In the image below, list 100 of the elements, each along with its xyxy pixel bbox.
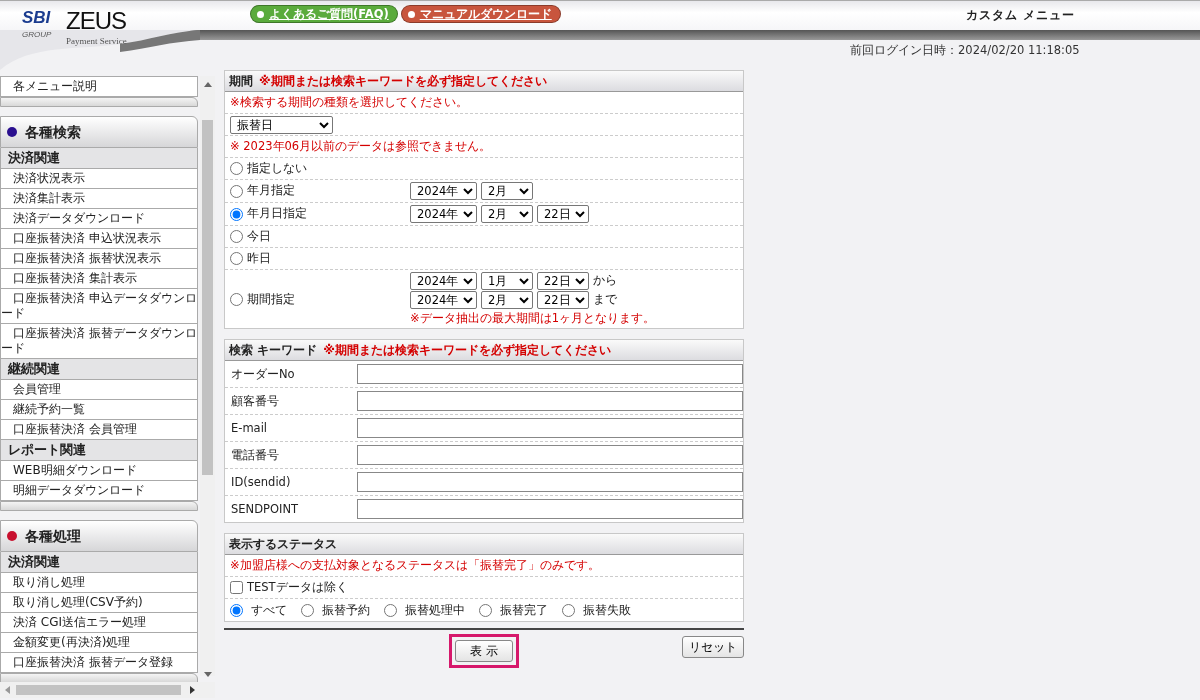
dropdown[interactable]: 1月: [481, 272, 533, 290]
option-label: 今日: [247, 227, 271, 245]
section-title: 表示するステータス: [229, 536, 337, 553]
field-label: オーダーNo: [231, 365, 296, 383]
sidebar-item[interactable]: 口座振替決済 申込データダウンロード: [0, 289, 198, 324]
section-title: 期間: [229, 73, 253, 89]
logo-caption: GROUP: [22, 30, 52, 39]
dropdown[interactable]: 22日: [537, 272, 589, 290]
checkbox-label: TESTデータは除く: [247, 579, 348, 597]
input-field[interactable]: [356, 391, 743, 412]
sidebar-item[interactable]: 取り消し処理(CSV予約): [0, 593, 198, 613]
option-label: 期間指定: [247, 290, 295, 308]
input-field[interactable]: [356, 472, 743, 493]
sidebar-item[interactable]: 明細データダウンロード: [0, 481, 198, 501]
sidebar-item[interactable]: 口座振替決済 振替データダウンロード: [0, 324, 198, 359]
sidebar-item[interactable]: 決済状況表示: [0, 169, 198, 189]
sidebar-section-header: 決済関連: [0, 148, 198, 169]
dropdown[interactable]: 2月: [481, 205, 533, 223]
input-field[interactable]: [356, 445, 743, 466]
field-label: 電話番号: [231, 446, 280, 464]
option-label: 指定しない: [247, 159, 307, 177]
scroll-left-icon[interactable]: [5, 686, 10, 694]
reset-button[interactable]: リセット: [682, 636, 744, 659]
dropdown[interactable]: 2月: [481, 182, 533, 200]
instruction-text: ※検索する期間の種類を選択してください。: [230, 93, 468, 111]
sidebar-item[interactable]: 口座振替決済 振替状況表示: [0, 249, 198, 269]
option-label: 振替処理中: [405, 601, 465, 619]
dropdown[interactable]: 振替日: [230, 115, 333, 134]
sidebar-item[interactable]: 会員管理: [0, 380, 198, 400]
sidebar-item[interactable]: 口座振替決済 申込状況表示: [0, 229, 198, 249]
checkbox[interactable]: [230, 581, 243, 595]
field-label: SENDPOINT: [231, 500, 300, 518]
sidebar-item[interactable]: 決済集計表示: [0, 189, 198, 209]
logo-tagline: Payment Service: [66, 36, 127, 46]
sidebar-section-header: レポート関連: [0, 440, 198, 461]
group-title: 各種処理: [25, 526, 81, 546]
radio-button[interactable]: [230, 162, 243, 175]
logo-title: ZEUS: [66, 9, 126, 33]
sidebar-section-header: 継続関連: [0, 359, 198, 380]
sidebar-item[interactable]: 口座振替決済 集計表示: [0, 269, 198, 289]
sidebar-item[interactable]: 決済 CGI送信エラー処理: [0, 613, 198, 633]
scrollbar-thumb[interactable]: [202, 120, 213, 475]
option-label: 年月指定: [247, 182, 295, 200]
range-note: ※データ抽出の最大期間は1ヶ月となります。: [410, 310, 655, 327]
radio-button[interactable]: [301, 603, 314, 617]
option-label: 振替完了: [500, 601, 548, 619]
radio-button[interactable]: [230, 230, 243, 243]
dropdown[interactable]: 2024年: [410, 272, 477, 290]
instruction-text: ※加盟店様への支払対象となるステータスは「振替完了」のみです。: [230, 557, 600, 575]
scroll-down-icon[interactable]: [204, 672, 212, 677]
radio-button[interactable]: [230, 207, 243, 221]
group-title: 各種検索: [25, 122, 81, 142]
brand-logo: SBI: [22, 8, 51, 27]
radio-button[interactable]: [562, 603, 575, 617]
radio-button[interactable]: [230, 292, 243, 306]
radio-button[interactable]: [384, 603, 397, 617]
dropdown[interactable]: 22日: [537, 291, 589, 309]
last-login-text: 前回ログイン日時：2024/02/20 11:18:05: [850, 42, 1080, 59]
option-label: 年月日指定: [247, 205, 307, 223]
option-label: 振替失敗: [583, 601, 631, 619]
dropdown[interactable]: 2024年: [410, 291, 477, 309]
range-suffix: まで: [593, 291, 617, 309]
required-note: ※期間または検索キーワードを必ず指定してください: [323, 342, 611, 359]
radio-button[interactable]: [230, 252, 243, 265]
dropdown[interactable]: 2024年: [410, 182, 477, 200]
scrollbar-thumb[interactable]: [16, 685, 181, 695]
header-link[interactable]: マニュアルダウンロード: [400, 5, 561, 23]
submit-button[interactable]: 表 示: [455, 640, 513, 663]
page-title: カスタム メニュー: [966, 7, 1076, 24]
scrollbar[interactable]: [0, 682, 215, 698]
sidebar-item[interactable]: WEB明細ダウンロード: [0, 461, 198, 481]
sidebar-item[interactable]: 取り消し処理: [0, 573, 198, 593]
dropdown[interactable]: 2月: [481, 291, 533, 309]
range-suffix: から: [593, 272, 617, 290]
option-label: 昨日: [247, 249, 271, 267]
section-title: 検索 キーワード: [229, 342, 318, 359]
sidebar-item[interactable]: 口座振替決済 会員管理: [0, 420, 198, 440]
input-field[interactable]: [356, 418, 743, 439]
sidebar-section-header: 決済関連: [0, 552, 198, 573]
sidebar-item[interactable]: 金額変更(再決済)処理: [0, 633, 198, 653]
required-note: ※期間または検索キーワードを必ず指定してください: [259, 73, 547, 89]
sidebar-item[interactable]: 口座振替決済 振替データ登録: [0, 653, 198, 673]
radio-button[interactable]: [479, 603, 492, 617]
sidebar-item[interactable]: 継続予約一覧: [0, 400, 198, 420]
option-label: 振替予約: [322, 601, 370, 619]
input-field[interactable]: [356, 499, 743, 520]
scroll-up-icon[interactable]: [204, 82, 212, 87]
radio-button[interactable]: [230, 184, 243, 198]
field-label: E-mail: [231, 419, 269, 437]
option-label: すべて: [251, 601, 287, 619]
input-field[interactable]: [356, 364, 743, 385]
dropdown[interactable]: 22日: [537, 205, 589, 223]
radio-button[interactable]: [230, 603, 243, 617]
sidebar-item[interactable]: 決済データダウンロード: [0, 209, 198, 229]
field-label: ID(sendid): [231, 473, 292, 491]
dropdown[interactable]: 2024年: [410, 205, 477, 223]
field-label: 顧客番号: [231, 392, 280, 410]
sidebar-item[interactable]: 各メニュー説明: [0, 76, 198, 97]
scroll-right-icon[interactable]: [190, 686, 195, 694]
scrollbar[interactable]: [200, 76, 215, 676]
